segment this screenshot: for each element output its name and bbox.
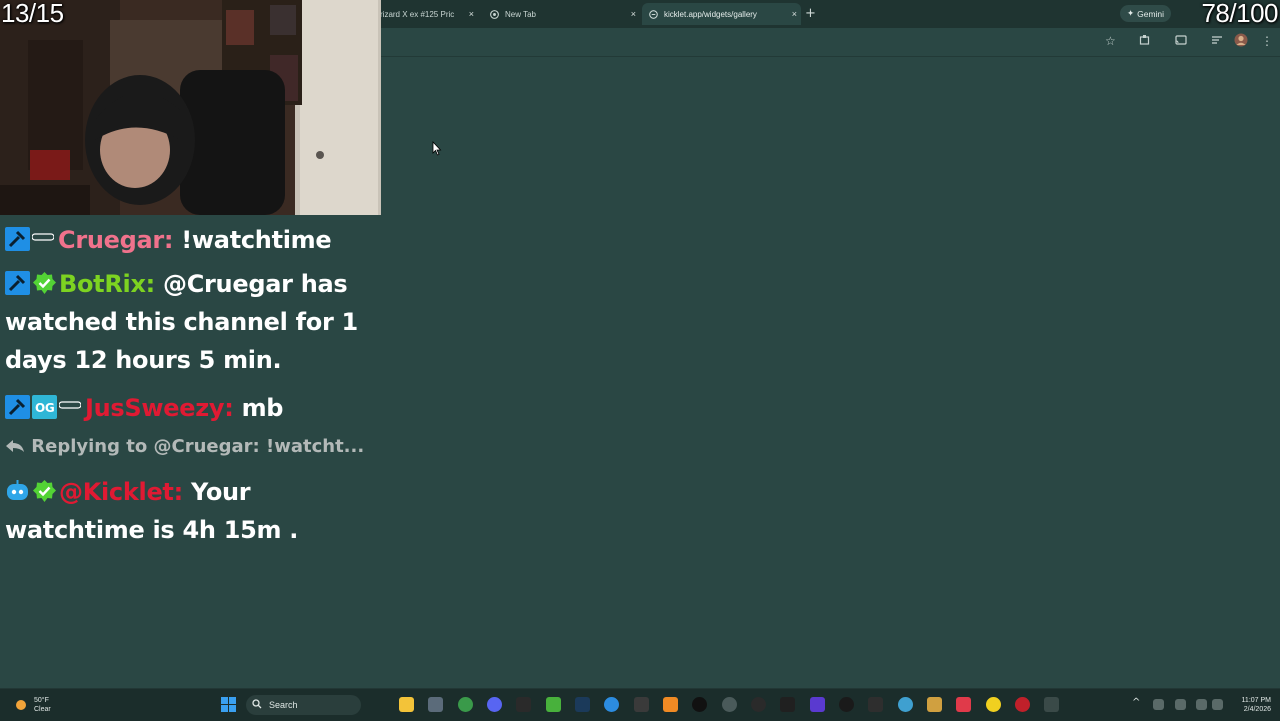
reply-arrow-icon	[5, 436, 31, 457]
tray-icon[interactable]	[1153, 699, 1164, 710]
app-icon[interactable]	[898, 697, 913, 712]
app-icon[interactable]	[810, 697, 825, 712]
chevron-up-icon[interactable]: ^	[1132, 697, 1140, 708]
app-icon[interactable]	[956, 697, 971, 712]
tab-search-icon[interactable]	[1211, 34, 1223, 49]
bot-badge-icon	[5, 476, 30, 500]
extensions-icon[interactable]	[1139, 34, 1151, 49]
app-icon[interactable]	[927, 697, 942, 712]
right-counter: 78/100	[1201, 0, 1278, 28]
moderator-badge-icon	[5, 224, 30, 251]
chrome-icon	[490, 9, 499, 19]
gemini-button[interactable]: ✦ Gemini	[1120, 5, 1172, 22]
tab-new-tab[interactable]: New Tab ×	[485, 3, 640, 25]
weather-icon	[13, 697, 29, 717]
tab-kicklet-gallery[interactable]: kicklet.app/widgets/gallery ×	[642, 3, 801, 25]
clock-time: 11:07 PM	[1241, 697, 1271, 704]
obs-icon[interactable]	[751, 697, 766, 712]
taskbar-search[interactable]: Search	[246, 695, 361, 715]
reply-context: Replying to @Cruegar: !watcht...	[5, 427, 380, 467]
og-badge-icon	[58, 383, 82, 409]
app-icon[interactable]	[780, 697, 795, 712]
chat-message: BotRix: @Cruegar has watched this channe…	[5, 265, 380, 379]
profile-icon[interactable]	[1234, 33, 1248, 50]
volume-icon[interactable]	[1212, 699, 1223, 710]
app-icon[interactable]	[986, 697, 1001, 712]
reply-text: Replying to @Cruegar: !watcht...	[31, 436, 365, 457]
left-counter: 13/15	[1, 0, 64, 28]
weather-widget[interactable]: 50°F Clear	[34, 696, 51, 714]
windows-taskbar: 50°F Clear Search ^ 11:07 PM 2/4/2026	[0, 688, 1280, 721]
star-icon[interactable]: ☆	[1105, 34, 1116, 48]
chat-text: @Cruegar has watched this channel for 1 …	[5, 270, 358, 374]
menu-icon[interactable]: ⋮	[1261, 34, 1273, 48]
tab-title: kicklet.app/widgets/gallery	[664, 9, 757, 19]
app-icon[interactable]	[868, 697, 883, 712]
clock[interactable]: 11:07 PM 2/4/2026	[1226, 696, 1271, 714]
chat-overlay: Cruegar: !watchtime BotRix: @Cruegar has…	[5, 215, 380, 549]
cast-icon[interactable]	[1175, 34, 1187, 49]
weather-temp: 50°F	[34, 697, 49, 704]
close-icon[interactable]: ×	[792, 9, 797, 19]
moderator-badge-icon	[5, 268, 30, 295]
network-icon[interactable]	[1196, 699, 1207, 710]
app-icon[interactable]	[692, 697, 707, 712]
chat-message: Cruegar: !watchtime	[5, 215, 380, 259]
xbox-icon[interactable]	[546, 697, 561, 712]
search-label: Search	[269, 700, 298, 710]
app-icon[interactable]	[663, 697, 678, 712]
sparkle-icon: ✦	[1127, 8, 1135, 18]
microphone-icon[interactable]	[1175, 699, 1186, 710]
app-icon[interactable]	[604, 697, 619, 712]
moderator-badge-icon	[5, 392, 30, 419]
store-icon[interactable]	[428, 697, 443, 712]
chat-username: BotRix:	[59, 270, 155, 298]
site-icon	[649, 9, 658, 19]
app-icon[interactable]	[839, 697, 854, 712]
search-icon	[252, 699, 262, 711]
verified-badge-icon	[32, 476, 57, 502]
chat-username: Cruegar:	[58, 226, 174, 254]
epic-games-icon[interactable]	[516, 697, 531, 712]
clock-date: 2/4/2026	[1243, 706, 1271, 713]
chrome-taskbar-icon[interactable]	[458, 697, 473, 712]
svg-text:OG: OG	[35, 401, 54, 415]
app-icon[interactable]	[634, 697, 649, 712]
tab-title: New Tab	[505, 9, 536, 19]
settings-icon[interactable]	[722, 697, 737, 712]
app-icon[interactable]	[1044, 697, 1059, 712]
chat-message: @Kicklet: Your watchtime is 4h 15m .	[5, 473, 380, 549]
file-explorer-icon[interactable]	[399, 697, 414, 712]
windows-start-icon[interactable]	[221, 697, 236, 716]
close-icon[interactable]: ×	[469, 9, 474, 19]
chat-username: @Kicklet:	[59, 478, 183, 506]
new-tab-button[interactable]: +	[805, 6, 816, 21]
app-icon[interactable]	[1015, 697, 1030, 712]
discord-icon[interactable]	[487, 697, 502, 712]
verified-badge-icon	[32, 268, 57, 294]
chat-text: mb	[233, 394, 284, 422]
og-badge-icon	[31, 215, 55, 241]
weather-condition: Clear	[34, 706, 51, 713]
chat-text: !watchtime	[173, 226, 332, 254]
gemini-label: Gemini	[1137, 8, 1165, 19]
webcam-feed	[0, 0, 381, 215]
chat-username: JusSweezy:	[85, 394, 234, 422]
tab-title: rizard X ex #125 Pric	[380, 9, 455, 19]
og-badge-icon: OG	[32, 392, 57, 419]
tab-pokemon-price[interactable]: rizard X ex #125 Pric ×	[380, 3, 478, 25]
mouse-cursor-icon	[432, 141, 442, 156]
steam-icon[interactable]	[575, 697, 590, 712]
close-icon[interactable]: ×	[631, 9, 636, 19]
chat-message: OG JusSweezy: mb	[5, 383, 380, 427]
